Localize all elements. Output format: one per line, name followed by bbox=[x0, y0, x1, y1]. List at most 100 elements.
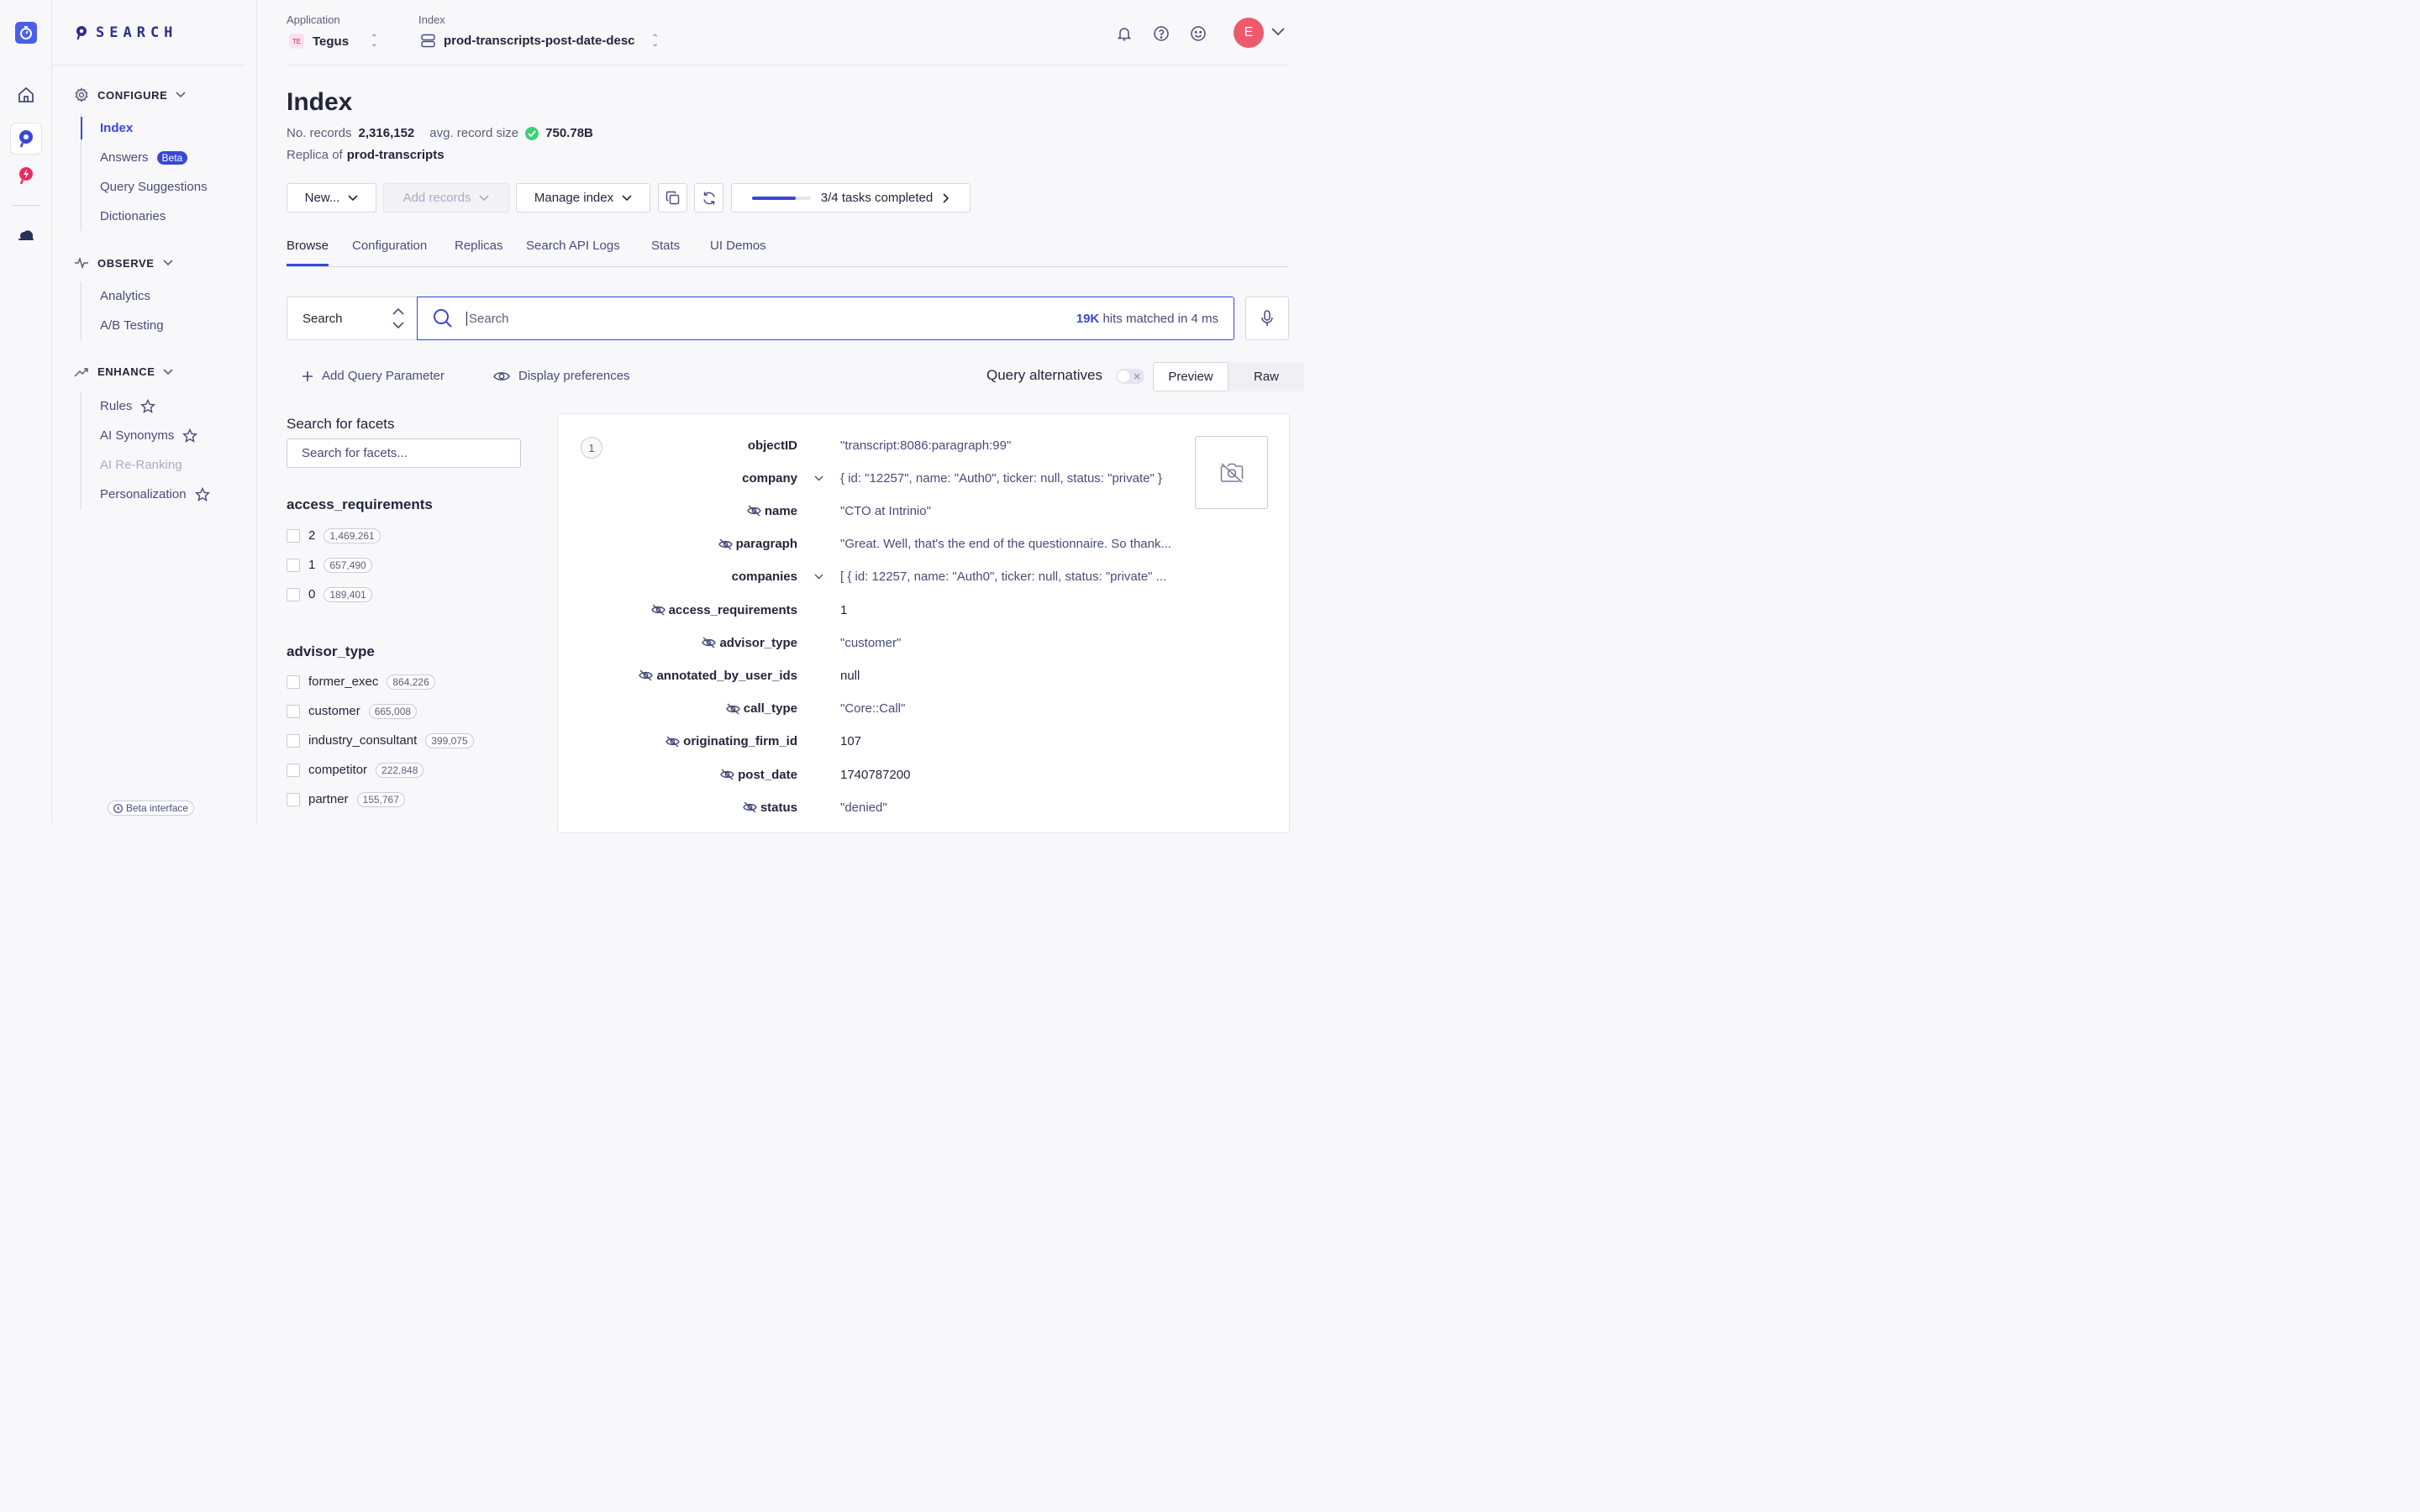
sidebar-item-answers[interactable]: Answers Beta bbox=[82, 143, 208, 172]
facet-option[interactable]: customer 665,008 bbox=[287, 696, 474, 726]
cloud-icon[interactable] bbox=[11, 220, 41, 250]
sidebar-item-index[interactable]: Index bbox=[81, 113, 208, 143]
record-field-row: post_date 1740787200 bbox=[558, 764, 1197, 785]
field-value: "CTO at Intrinio" bbox=[840, 503, 931, 518]
feedback-smile-icon[interactable] bbox=[1190, 25, 1207, 42]
tab-search-api-logs[interactable]: Search API Logs bbox=[526, 239, 620, 266]
tab-browse[interactable]: Browse bbox=[287, 239, 329, 266]
chevron-down-icon[interactable] bbox=[1271, 28, 1285, 36]
dashboard-logo-icon[interactable] bbox=[11, 18, 41, 48]
sidebar-item-ai-re-ranking[interactable]: AI Re-Ranking bbox=[82, 450, 210, 480]
hits-text: hits matched in 4 ms bbox=[1102, 311, 1218, 326]
facet-option[interactable]: 2 1,469,261 bbox=[287, 521, 381, 550]
home-icon[interactable] bbox=[11, 80, 41, 110]
refresh-icon bbox=[702, 192, 715, 204]
copy-icon bbox=[666, 191, 680, 205]
eye-off-icon[interactable] bbox=[725, 703, 740, 715]
eye-off-icon[interactable] bbox=[639, 669, 654, 681]
facet-label: 0 bbox=[308, 587, 316, 601]
tab-configuration[interactable]: Configuration bbox=[352, 239, 427, 266]
expand-chevron-icon[interactable] bbox=[814, 475, 823, 481]
facet-checkbox[interactable] bbox=[287, 528, 300, 543]
record-field-row: companies [ { id: 12257, name: "Auth0", t… bbox=[558, 567, 1197, 587]
facet-option[interactable]: 0 189,401 bbox=[287, 580, 381, 609]
facet-option[interactable]: industry_consultant 399,075 bbox=[287, 726, 474, 755]
eye-off-icon[interactable] bbox=[747, 505, 761, 517]
refresh-button[interactable] bbox=[694, 183, 723, 213]
voice-search-button[interactable] bbox=[1245, 297, 1289, 340]
star-icon[interactable] bbox=[140, 398, 156, 414]
app-rail bbox=[0, 0, 52, 823]
field-key: advisor_type bbox=[719, 635, 797, 650]
sidebar-item-personalization[interactable]: Personalization bbox=[82, 480, 210, 509]
product-logo[interactable]: SEARCH bbox=[76, 24, 177, 41]
sidebar-item-ai-synonyms[interactable]: AI Synonyms bbox=[82, 421, 210, 450]
eye-off-icon[interactable] bbox=[718, 538, 733, 550]
eye-off-icon[interactable] bbox=[743, 801, 757, 813]
search-product-icon[interactable] bbox=[11, 123, 41, 154]
field-key: access_requirements bbox=[668, 602, 797, 617]
field-key-cell: post_date bbox=[558, 768, 797, 782]
index-selector[interactable]: prod-transcripts-post-date-desc ⌃ ⌄ bbox=[421, 34, 659, 48]
facet-label: 2 bbox=[308, 528, 316, 543]
facet-search-input[interactable] bbox=[287, 438, 521, 468]
field-key-cell: objectID bbox=[558, 438, 797, 453]
eye-off-icon[interactable] bbox=[666, 736, 680, 748]
facet-list-advisor-type: former_exec 864,226 customer 665,008 indus… bbox=[287, 667, 474, 814]
display-preferences-button[interactable]: Display preferences bbox=[493, 369, 630, 383]
expand-chevron-icon[interactable] bbox=[814, 574, 823, 580]
replica-link[interactable]: prod-transcripts bbox=[347, 148, 445, 162]
tab-replicas[interactable]: Replicas bbox=[455, 239, 503, 266]
application-selector[interactable]: TE Tegus ⌃ ⌄ bbox=[289, 34, 377, 49]
facet-option[interactable]: former_exec 864,226 bbox=[287, 667, 474, 696]
beta-interface-badge[interactable]: Beta interface bbox=[108, 801, 195, 816]
section-configure[interactable]: CONFIGURE bbox=[74, 87, 186, 102]
index-tabs: Browse Configuration Replicas Search API… bbox=[287, 237, 1289, 267]
tasks-progress-fill bbox=[751, 196, 797, 200]
section-enhance[interactable]: ENHANCE bbox=[74, 365, 174, 378]
manage-index-button[interactable]: Manage index bbox=[516, 183, 650, 213]
recommend-icon[interactable] bbox=[11, 160, 41, 191]
help-icon[interactable] bbox=[1153, 25, 1170, 42]
sidebar-item-analytics[interactable]: Analytics bbox=[82, 281, 164, 311]
field-value: 1 bbox=[840, 602, 848, 617]
facet-checkbox[interactable] bbox=[287, 704, 300, 718]
sidebar-item-dictionaries[interactable]: Dictionaries bbox=[82, 202, 208, 231]
field-value: 1740787200 bbox=[840, 767, 911, 782]
facet-option[interactable]: 1 657,490 bbox=[287, 550, 381, 580]
facet-checkbox[interactable] bbox=[287, 763, 300, 777]
preview-button[interactable]: Preview bbox=[1153, 362, 1228, 391]
sidebar-item-rules[interactable]: Rules bbox=[82, 391, 210, 421]
eye-off-icon[interactable] bbox=[702, 637, 717, 648]
facet-checkbox[interactable] bbox=[287, 792, 300, 806]
star-icon[interactable] bbox=[194, 486, 210, 502]
facet-checkbox[interactable] bbox=[287, 733, 300, 748]
add-query-parameter-button[interactable]: Add Query Parameter bbox=[302, 369, 445, 383]
facet-checkbox[interactable] bbox=[287, 587, 300, 601]
facet-option[interactable]: partner 155,767 bbox=[287, 785, 474, 814]
query-alternatives-toggle[interactable] bbox=[1116, 369, 1144, 384]
copy-button[interactable] bbox=[658, 183, 687, 213]
star-icon[interactable] bbox=[182, 428, 198, 444]
eye-off-icon[interactable] bbox=[650, 604, 666, 616]
sidebar-item-query-suggestions[interactable]: Query Suggestions bbox=[82, 172, 208, 202]
tasks-progress-button[interactable]: 3/4 tasks completed bbox=[731, 183, 971, 213]
eye-off-icon[interactable] bbox=[720, 769, 734, 780]
facet-option[interactable]: competitor 222,848 bbox=[287, 755, 474, 785]
up-down-chevron-icon: ⌃ ⌄ bbox=[651, 33, 659, 49]
avatar[interactable]: E bbox=[1234, 18, 1264, 48]
search-input[interactable] bbox=[466, 311, 1063, 326]
bell-icon[interactable] bbox=[1116, 25, 1133, 42]
tab-ui-demos[interactable]: UI Demos bbox=[710, 239, 766, 266]
tab-stats[interactable]: Stats bbox=[651, 239, 680, 266]
facet-checkbox[interactable] bbox=[287, 558, 300, 572]
section-observe[interactable]: OBSERVE bbox=[74, 256, 173, 270]
add-records-button[interactable]: Add records bbox=[383, 183, 509, 213]
raw-button[interactable]: Raw bbox=[1228, 362, 1304, 391]
field-value: null bbox=[840, 668, 860, 683]
nav-label: Personalization bbox=[100, 487, 187, 501]
sidebar-item-ab-testing[interactable]: A/B Testing bbox=[82, 311, 164, 340]
search-type-select[interactable]: Search bbox=[287, 297, 418, 340]
facet-checkbox[interactable] bbox=[287, 675, 300, 689]
new-button[interactable]: New... bbox=[287, 183, 376, 213]
